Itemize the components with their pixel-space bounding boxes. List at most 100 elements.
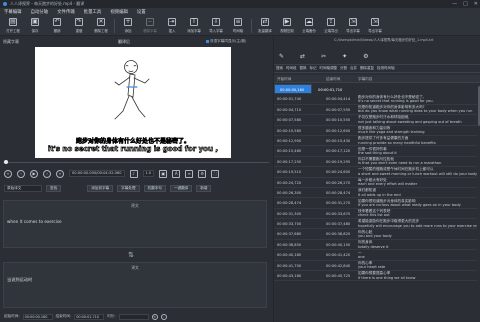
one-click-translate-button[interactable]: 一键翻译 xyxy=(169,184,193,192)
scrollbar-thumb[interactable] xyxy=(477,86,480,126)
minimize-button[interactable]: — xyxy=(452,1,457,7)
gear-icon[interactable]: ⚙ xyxy=(363,53,368,60)
toolbar-button-3[interactable]: ↷ 重做 xyxy=(68,16,90,35)
table-row[interactable]: 00:00:10,580 00:00:12,600 很多腿疼和力量训练 much li… xyxy=(274,126,480,136)
list-tab-1[interactable]: 时间段 xyxy=(286,66,297,71)
display-mode-select[interactable]: 翻译后 xyxy=(118,39,130,45)
add-to-subtitle-button[interactable]: 添加到字幕 xyxy=(87,184,114,192)
list-tab-4[interactable]: 时间轴调整 xyxy=(320,66,338,71)
next-icon[interactable]: › xyxy=(160,313,167,320)
list-tab-0[interactable]: 搜索 xyxy=(276,66,283,71)
table-row[interactable]: 00:00:04,710 00:00:07,550 但是你知道跑步对你的身体影响有多… xyxy=(274,105,480,116)
swap-icon[interactable]: ⇅ xyxy=(126,251,136,259)
volume-icon[interactable]: ♪ xyxy=(129,169,138,178)
new-button[interactable]: 新增 xyxy=(196,184,212,192)
forward-icon[interactable]: » xyxy=(56,169,64,178)
toolbar-button-16[interactable]: ⇲ 导出字幕 xyxy=(364,16,386,35)
hide-subtitles-toggle[interactable]: 隐藏字幕 xyxy=(3,39,19,45)
column-start-time[interactable]: 开始时间 xyxy=(274,75,312,82)
list-icon[interactable]: ≡ xyxy=(185,169,194,178)
toolbar-button-12[interactable]: ▶ 视频压制 xyxy=(276,16,298,35)
translation-text-editor[interactable]: 译文 当说到运动时 xyxy=(3,262,267,308)
table-row[interactable]: 00:00:07,580 00:00:10,550 不仅仅是跑步时汗水和呼吸困难, n… xyxy=(274,115,480,126)
translation-source-select[interactable]: 原始译文 xyxy=(4,184,42,192)
table-row[interactable]: 00:00:26,300 00:00:28,474 我们都知道 it all adds… xyxy=(274,188,480,199)
video-preview[interactable]: 跑步对你的身体有什么好处也不是秘密了。 it's no secret that … xyxy=(35,47,231,158)
fullscreen-icon[interactable]: ⛶ xyxy=(211,169,220,178)
close-button[interactable]: ✕ xyxy=(474,1,478,7)
toolbar-button-5[interactable]: + 添加 xyxy=(117,16,139,35)
toolbar-button-7[interactable]: ⇥ 插入 xyxy=(161,16,183,35)
seek-handle[interactable] xyxy=(4,160,8,164)
table-row[interactable]: 00:00:38,850 00:00:40,150 你的身体 totally dese… xyxy=(274,240,480,251)
toolbar-button-10[interactable]: ≡ 时间轴 xyxy=(227,16,249,35)
end-time-input[interactable]: 00:00:01.710 xyxy=(74,313,105,320)
column-content[interactable]: 字幕内容 xyxy=(356,75,480,82)
table-row[interactable]: 00:00:15,460 00:00:17,120 但是一件很好的事 the sad … xyxy=(274,146,480,157)
table-row[interactable]: 00:00:19,510 00:00:24,600 一个短暂的慢跑或是午休时间在跑步… xyxy=(274,167,480,178)
list-tab-7[interactable]: 删除重复 xyxy=(360,66,374,71)
list-tab-5[interactable]: 分割 xyxy=(340,66,347,71)
table-row[interactable]: 00:00:17,250 00:00:19,295 你并不需要跑马拉松就 is tha… xyxy=(274,157,480,168)
find-button[interactable]: 查找 xyxy=(46,184,62,192)
toolbar-button-15[interactable]: ⇲ 导出字幕 xyxy=(342,16,364,35)
table-row[interactable]: 00:00:24,720 00:00:26,270 每一步都大有好处 each and… xyxy=(274,178,480,188)
toolbar-button-4[interactable]: ✕ 删除工程 xyxy=(90,16,112,35)
translation-text[interactable]: 当说到运动时 xyxy=(7,277,32,283)
menu-item-auto-timing[interactable]: 自动分轴 xyxy=(31,9,49,15)
table-row[interactable]: 00:00:40,180 00:00:41,420 一 one xyxy=(274,250,480,261)
original-text-editor[interactable]: 原文 when it comes to exercise xyxy=(3,200,267,248)
cut-icon[interactable]: ✂ xyxy=(321,53,326,60)
settings-icon[interactable]: ⚙ xyxy=(198,169,207,178)
seek-track[interactable] xyxy=(3,161,269,163)
table-row[interactable]: 00:00:43,160 00:00:45,725 如果你想要提高心率 if ther… xyxy=(274,271,480,282)
list-tab-2[interactable]: 替换 xyxy=(300,66,307,71)
menu-item-file-transfer[interactable]: 文件传输 xyxy=(57,9,75,15)
font-size-icon[interactable]: A xyxy=(172,169,181,178)
table-row[interactable]: 00:00:12,900 00:00:15,430 跑步提供了许多有益健康的方面 ru… xyxy=(274,136,480,147)
machine-translate-button[interactable]: 机翻本句 xyxy=(143,184,166,192)
duration-input[interactable] xyxy=(118,313,149,320)
next-frame-icon[interactable]: › xyxy=(43,169,51,178)
toolbar-button-2[interactable]: ↶ 撤销 xyxy=(46,16,68,35)
prev-frame-icon[interactable]: ‹ xyxy=(17,169,25,178)
column-end-time[interactable]: 结束时间 xyxy=(312,75,356,82)
toolbar-button-14[interactable]: ⇪ 云端导出 xyxy=(320,16,342,35)
table-row[interactable]: 00:00:37,680 00:00:38,820 你的心脏 you and your… xyxy=(274,229,480,240)
seek-bar[interactable] xyxy=(0,160,272,164)
toolbar-button-9[interactable]: ⇩ 导入字幕 xyxy=(205,16,227,35)
toolbar-button-13[interactable]: ☁ 云端备份 xyxy=(298,16,320,35)
table-row[interactable]: 00:00:41,700 00:00:42,840 你的心率 your heart r… xyxy=(274,261,480,272)
table-row[interactable]: 00:00:33,700 00:00:37,480 希望能激励你在跑步中取得更大的进… xyxy=(274,219,480,230)
toolbar-button-0[interactable]: ▤ 打开工程 xyxy=(2,16,24,35)
table-row[interactable]: 00:00:31,300 00:00:33,670 快来看看这个列表吧 check t… xyxy=(274,209,480,220)
menu-item-subtitle-edit[interactable]: 字幕编辑 xyxy=(4,9,22,15)
table-row[interactable]: 00:00:01,740 00:00:04,414 跑步对你的身体有什么好处也不是秘… xyxy=(274,94,480,105)
original-text[interactable]: when it comes to exercise xyxy=(7,219,62,224)
play-icon[interactable]: ▶ xyxy=(30,169,38,178)
menu-item-video-edit[interactable]: 视频编辑 xyxy=(110,9,128,15)
toolbar-button-8[interactable]: T 添加字幕 xyxy=(183,16,205,35)
row-text-english: much like yoga and strength training xyxy=(358,130,425,135)
refresh-icon[interactable]: ↻ xyxy=(151,313,158,320)
bilingual-display-checkbox[interactable]: 双语字幕同显示(主/副) xyxy=(206,39,246,44)
menu-item-batch-tools[interactable]: 批量工具 xyxy=(84,9,102,15)
toolbar-button-1[interactable]: ▣ 保存 xyxy=(24,16,46,35)
table-row[interactable]: 00:00:28,474 00:00:31,270 如果你想知道跑步对身体的真实影响… xyxy=(274,198,480,209)
menu-item-settings[interactable]: 设置 xyxy=(137,9,146,15)
list-tab-6[interactable]: 合并 xyxy=(350,66,357,71)
edit-icon[interactable]: ✎ xyxy=(279,53,284,60)
rewind-icon[interactable]: « xyxy=(4,169,12,178)
speed-select[interactable]: 1.0 xyxy=(142,170,155,177)
subtitle-process-button[interactable]: 字幕处理 xyxy=(117,184,140,192)
toolbar-button-11[interactable]: ⇄ 批量翻译 xyxy=(254,16,276,35)
start-time-input[interactable]: 00:00:00.160 xyxy=(22,313,53,320)
table-row[interactable]: 00:00:00,160 00:00:01,710当说到运动时when it co… xyxy=(274,84,342,95)
list-tab-3[interactable]: 标记 xyxy=(310,66,317,71)
toolbar-button-6[interactable]: − 删除字幕 xyxy=(139,16,161,35)
maximize-button[interactable]: □ xyxy=(463,1,468,7)
magic-icon[interactable]: ✦ xyxy=(342,53,347,60)
swap-lang-icon[interactable]: ⇄ xyxy=(300,53,305,60)
list-tab-8[interactable]: 检测时间轴 xyxy=(377,66,395,71)
screenshot-icon[interactable]: ▣ xyxy=(159,169,168,178)
